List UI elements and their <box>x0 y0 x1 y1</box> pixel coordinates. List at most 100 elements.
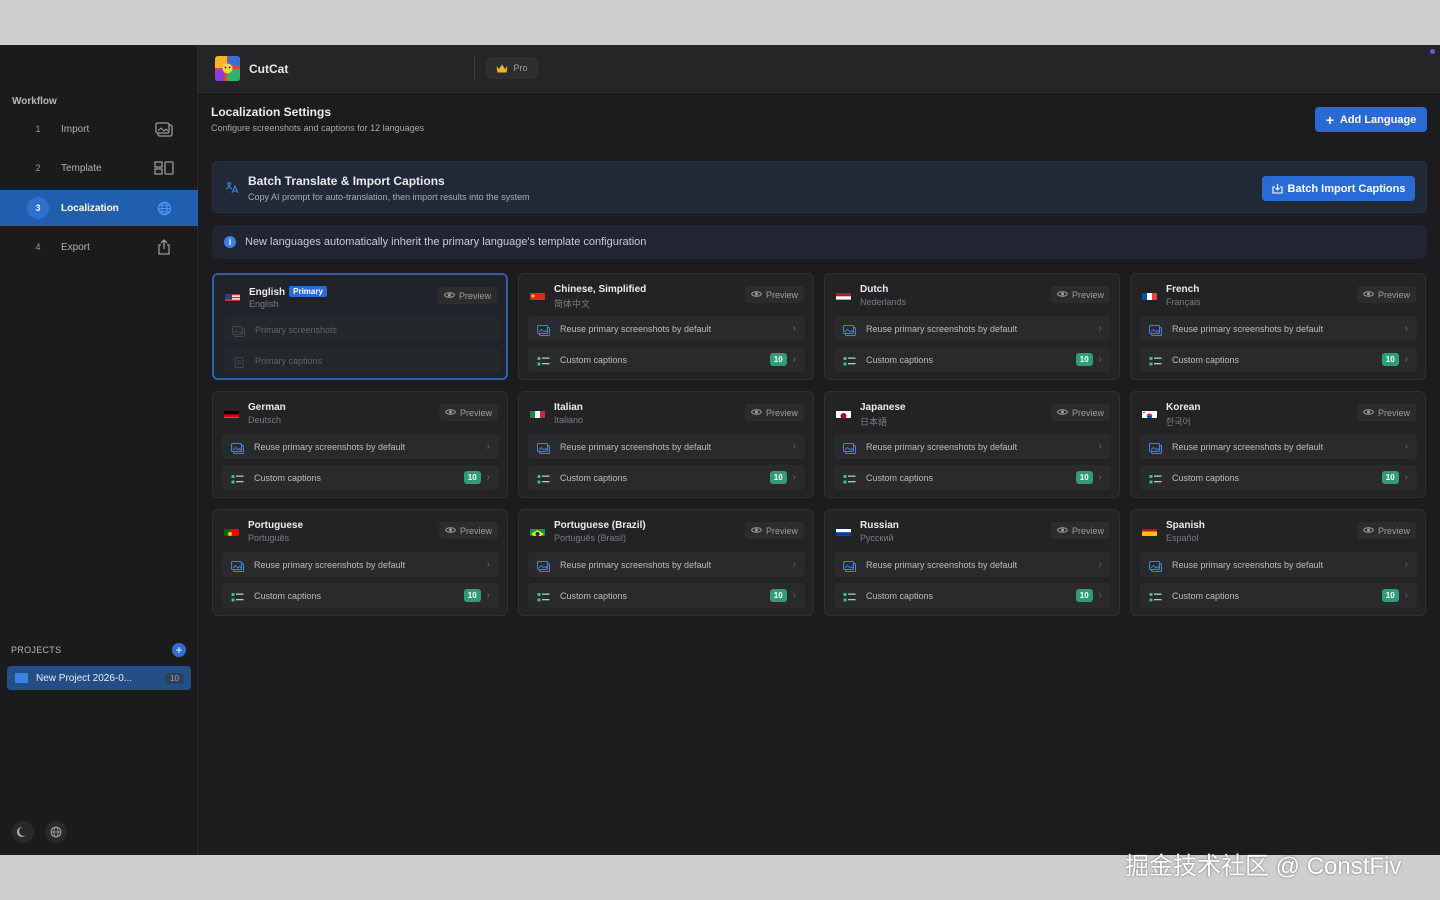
chevron-right-icon: › <box>1404 323 1408 334</box>
primary-screenshots-row: Primary screenshots <box>223 317 500 342</box>
project-count: 10 <box>165 672 184 684</box>
reuse-screenshots-row[interactable]: Reuse primary screenshots by default › <box>834 316 1111 341</box>
sidebar-step-template[interactable]: 2 Template <box>0 150 198 186</box>
custom-captions-row[interactable]: Custom captions 10 › <box>222 583 499 608</box>
reuse-screenshots-row[interactable]: Reuse primary screenshots by default › <box>834 552 1111 577</box>
preview-button[interactable]: Preview <box>1356 404 1416 421</box>
batch-import-captions-button[interactable]: Batch Import Captions <box>1262 176 1415 201</box>
reuse-screenshots-row[interactable]: Reuse primary screenshots by default › <box>528 552 805 577</box>
eye-icon <box>444 526 456 536</box>
flag-icon <box>1142 290 1157 300</box>
custom-captions-row[interactable]: Custom captions 10 › <box>834 583 1111 608</box>
reuse-screenshots-row[interactable]: Reuse primary screenshots by default › <box>1140 552 1417 577</box>
language-card[interactable]: German Deutsch Preview Reuse primary scr… <box>212 391 508 498</box>
row-label: Custom captions <box>560 472 628 483</box>
chevron-right-icon: › <box>792 441 796 452</box>
preview-button[interactable]: Preview <box>438 522 498 539</box>
language-name-text: Spanish <box>1166 520 1205 531</box>
custom-captions-row[interactable]: Custom captions 10 › <box>528 347 805 372</box>
native-name: Русский <box>860 533 894 543</box>
app-logo <box>215 56 240 81</box>
chevron-right-icon: › <box>486 559 490 570</box>
image-icon <box>536 441 551 455</box>
primary-captions-row: Primary captions <box>223 348 500 373</box>
status-dot <box>1430 49 1435 54</box>
custom-captions-row[interactable]: Custom captions 10 › <box>222 465 499 490</box>
language-name-text: Russian <box>860 520 899 531</box>
custom-captions-row[interactable]: Custom captions 10 › <box>528 465 805 490</box>
language-card[interactable]: English Primary English Preview Primary s… <box>212 273 508 380</box>
caption-count-badge: 10 <box>769 353 787 366</box>
language-card[interactable]: Dutch Nederlands Preview Reuse primary s… <box>824 273 1120 380</box>
workflow-label: Workflow <box>12 96 57 107</box>
language-name-text: English <box>249 287 286 298</box>
row-label: Reuse primary screenshots by default <box>866 441 1018 452</box>
image-icon <box>1148 441 1163 455</box>
crown-icon <box>496 64 508 72</box>
custom-captions-row[interactable]: Custom captions 10 › <box>834 347 1111 372</box>
caption-count-badge: 10 <box>1075 471 1093 484</box>
preview-button[interactable]: Preview <box>1050 286 1110 303</box>
reuse-screenshots-row[interactable]: Reuse primary screenshots by default › <box>528 434 805 459</box>
caption-count-badge: 10 <box>1381 471 1399 484</box>
language-name-text: Japanese <box>860 402 906 413</box>
row-label: Custom captions <box>254 472 322 483</box>
chevron-right-icon: › <box>792 354 796 365</box>
language-card[interactable]: Portuguese (Brazil) Português (Brasil) P… <box>518 509 814 616</box>
reuse-screenshots-row[interactable]: Reuse primary screenshots by default › <box>222 552 499 577</box>
chevron-right-icon: › <box>1404 590 1408 601</box>
sidebar-step-localization[interactable]: 3 Localization <box>0 190 198 226</box>
captions-icon <box>1149 472 1162 484</box>
language-name-text: Italian <box>554 402 583 413</box>
language-card[interactable]: French Français Preview Reuse primary sc… <box>1130 273 1426 380</box>
preview-button[interactable]: Preview <box>437 287 497 304</box>
pro-badge[interactable]: Pro <box>486 57 538 79</box>
sidebar-step-import[interactable]: 1 Import <box>0 111 198 147</box>
language-card[interactable]: Spanish Español Preview Reuse primary sc… <box>1130 509 1426 616</box>
custom-captions-row[interactable]: Custom captions 10 › <box>1140 583 1417 608</box>
language-switch-button[interactable] <box>45 821 67 843</box>
preview-button[interactable]: Preview <box>1356 522 1416 539</box>
add-language-button[interactable]: + Add Language <box>1315 107 1427 132</box>
chevron-right-icon: › <box>1098 323 1102 334</box>
custom-captions-row[interactable]: Custom captions 10 › <box>834 465 1111 490</box>
add-project-button[interactable]: + <box>172 643 186 657</box>
preview-button[interactable]: Preview <box>1050 522 1110 539</box>
project-item[interactable]: New Project 2026-0... 10 <box>7 666 191 690</box>
add-language-label: Add Language <box>1339 113 1417 126</box>
eye-icon <box>750 290 762 300</box>
preview-button[interactable]: Preview <box>744 522 804 539</box>
custom-captions-row[interactable]: Custom captions 10 › <box>1140 465 1417 490</box>
language-name-text: Portuguese <box>248 520 304 531</box>
sidebar-step-export[interactable]: 4 Export <box>0 229 198 265</box>
image-icon <box>842 441 857 455</box>
dark-mode-toggle[interactable] <box>12 821 34 843</box>
custom-captions-row[interactable]: Custom captions 10 › <box>528 583 805 608</box>
language-card[interactable]: Portuguese Português Preview Reuse prima… <box>212 509 508 616</box>
page-title: Localization Settings <box>211 105 332 119</box>
captions-icon <box>231 472 244 484</box>
reuse-screenshots-row[interactable]: Reuse primary screenshots by default › <box>1140 316 1417 341</box>
language-name: German <box>248 402 286 413</box>
preview-button[interactable]: Preview <box>1356 286 1416 303</box>
custom-captions-row[interactable]: Custom captions 10 › <box>1140 347 1417 372</box>
caption-count-badge: 10 <box>769 589 787 602</box>
share-icon <box>154 237 174 257</box>
reuse-screenshots-row[interactable]: Reuse primary screenshots by default › <box>834 434 1111 459</box>
reuse-screenshots-row[interactable]: Reuse primary screenshots by default › <box>1140 434 1417 459</box>
moon-icon <box>17 826 26 837</box>
language-card[interactable]: Japanese 日本語 Preview Reuse primary scree… <box>824 391 1120 498</box>
native-name: Français <box>1166 297 1201 307</box>
reuse-screenshots-row[interactable]: Reuse primary screenshots by default › <box>222 434 499 459</box>
preview-button[interactable]: Preview <box>744 286 804 303</box>
language-card[interactable]: Korean 한국어 Preview Reuse primary screens… <box>1130 391 1426 498</box>
language-card[interactable]: Italian Italiano Preview Reuse primary s… <box>518 391 814 498</box>
primary-badge: Primary <box>289 286 327 297</box>
reuse-screenshots-row[interactable]: Reuse primary screenshots by default › <box>528 316 805 341</box>
language-card[interactable]: Chinese, Simplified 简体中文 Preview Reuse p… <box>518 273 814 380</box>
preview-button[interactable]: Preview <box>744 404 804 421</box>
language-card[interactable]: Russian Русский Preview Reuse primary sc… <box>824 509 1120 616</box>
row-label: Reuse primary screenshots by default <box>1172 323 1324 334</box>
preview-button[interactable]: Preview <box>1050 404 1110 421</box>
preview-button[interactable]: Preview <box>438 404 498 421</box>
